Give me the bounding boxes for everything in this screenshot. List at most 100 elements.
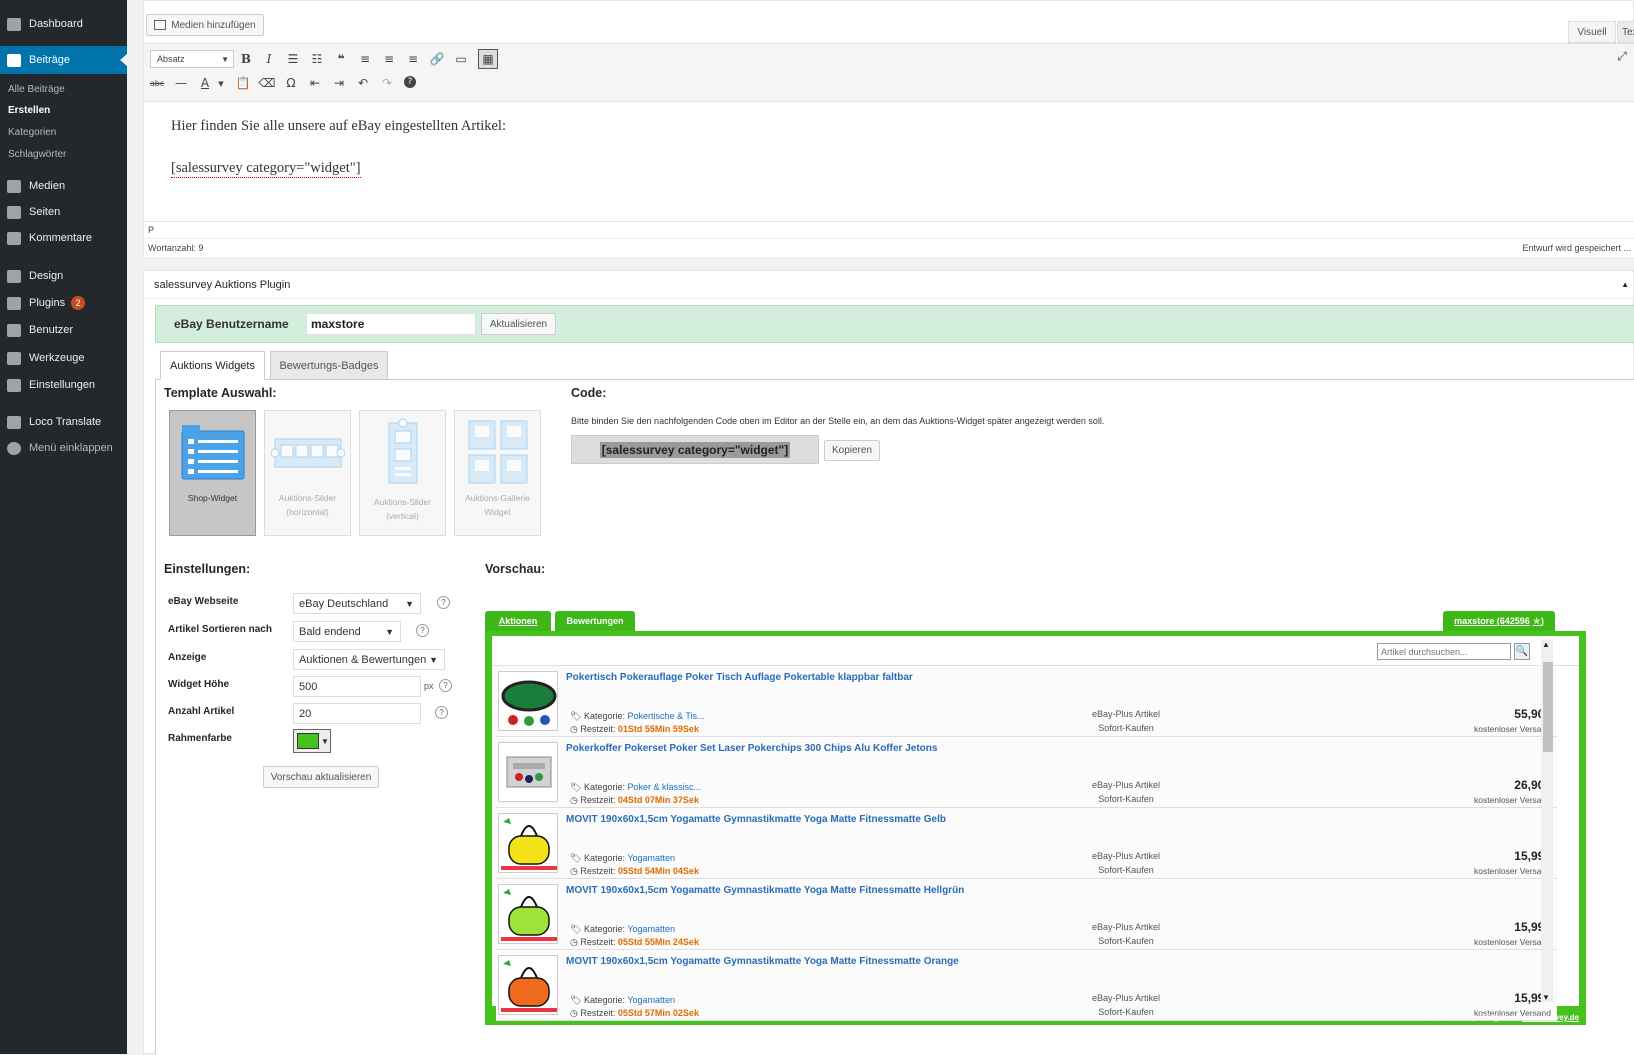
indent-icon[interactable]: ⇥ [332, 76, 346, 90]
product-title[interactable]: Pokerkoffer Pokerset Poker Set Laser Pok… [566, 743, 937, 754]
list-item[interactable]: Pokerkoffer Pokerset Poker Set Laser Pok… [496, 738, 1557, 808]
align-left-icon[interactable]: ≡ [358, 52, 372, 66]
update-preview-button[interactable]: Vorschau aktualisieren [263, 766, 379, 788]
outdent-icon[interactable]: ⇤ [308, 76, 322, 90]
menu-users[interactable]: Benutzer [0, 316, 127, 344]
help-icon[interactable]: ? [404, 76, 416, 88]
list-item[interactable]: MOVIT 190x60x1,5cm Yogamatte Gymnastikma… [496, 809, 1557, 879]
menu-plugins[interactable]: Plugins 2 [0, 289, 127, 317]
strikethrough-icon[interactable]: abc [150, 76, 164, 90]
collapse-arrow-icon[interactable]: ▲ [1621, 280, 1629, 289]
submenu-tags[interactable]: Schlagwörter [8, 149, 66, 160]
preview-store-link[interactable]: maxstore (642596 ★) [1443, 611, 1555, 631]
menu-design[interactable]: Design [0, 262, 127, 290]
submenu-categories[interactable]: Kategorien [8, 127, 56, 138]
align-center-icon[interactable]: ≡ [382, 52, 396, 66]
menu-collapse[interactable]: Menü einklappen [0, 434, 127, 462]
scrollbar[interactable]: ▲ ▼ [1541, 640, 1553, 1002]
text-color-icon[interactable]: A [198, 76, 212, 90]
align-right-icon[interactable]: ≡ [406, 52, 420, 66]
link-icon[interactable]: 🔗 [430, 52, 445, 66]
undo-icon[interactable]: ↶ [356, 76, 370, 90]
product-title[interactable]: MOVIT 190x60x1,5cm Yogamatte Gymnastikma… [566, 956, 959, 967]
help-icon[interactable]: ? [439, 679, 452, 692]
article-search-input[interactable] [1377, 643, 1511, 660]
template-shop-widget[interactable]: Shop-Widget [169, 410, 256, 536]
horizontal-line-icon[interactable]: — [174, 76, 188, 90]
tab-rating-badges[interactable]: Bewertungs-Badges [270, 351, 388, 380]
product-title[interactable]: MOVIT 190x60x1,5cm Yogamatte Gymnastikma… [566, 885, 964, 896]
add-media-button[interactable]: Medien hinzufügen [146, 14, 264, 36]
list-item[interactable]: MOVIT 190x60x1,5cm Yogamatte Gymnastikma… [496, 880, 1557, 950]
menu-media[interactable]: Medien [0, 172, 127, 200]
quote-icon[interactable]: ❝ [334, 52, 348, 66]
preview-tab-auctions[interactable]: Aktionen [485, 611, 551, 631]
menu-tools[interactable]: Werkzeuge [0, 344, 127, 372]
chevron-down-icon[interactable]: ▼ [214, 77, 228, 91]
help-icon[interactable]: ? [437, 596, 450, 609]
category-link[interactable]: Yogamatten [627, 924, 675, 934]
display-select[interactable]: Auktionen & Bewertungen ▼ [293, 649, 445, 670]
ebay-username-input[interactable] [306, 313, 476, 335]
metabox-header[interactable]: salessurvey Auktions Plugin ▲ [144, 271, 1633, 299]
copy-button[interactable]: Kopieren [824, 440, 880, 461]
product-title[interactable]: Pokertisch Pokerauflage Poker Tisch Aufl… [566, 672, 913, 683]
help-icon[interactable]: ? [435, 706, 448, 719]
special-chars-icon[interactable]: Ω [284, 76, 298, 90]
submenu-create[interactable]: Erstellen [8, 105, 50, 116]
menu-posts[interactable]: Beiträge [0, 46, 127, 74]
category-link[interactable]: Yogamatten [627, 853, 675, 863]
numbered-list-icon[interactable]: ☷ [310, 52, 324, 66]
redo-icon[interactable]: ↷ [380, 76, 394, 90]
search-icon[interactable]: 🔍 [1514, 643, 1530, 660]
format-select[interactable]: Absatz ▼ [150, 50, 234, 68]
tab-auction-widgets[interactable]: Auktions Widgets [160, 351, 265, 380]
preview-tab-ratings[interactable]: Bewertungen [555, 611, 635, 631]
update-username-button[interactable]: Aktualisieren [481, 313, 556, 335]
scroll-down-icon[interactable]: ▼ [1542, 993, 1550, 1002]
category-link[interactable]: Pokertische & Tis... [628, 711, 705, 721]
product-image[interactable] [498, 813, 558, 873]
toolbar-toggle-icon[interactable]: ▦ [478, 49, 498, 69]
menu-settings[interactable]: Einstellungen [0, 371, 127, 399]
fullscreen-icon[interactable]: ⤢ [1615, 49, 1629, 63]
menu-comments[interactable]: Kommentare [0, 224, 127, 252]
sort-select[interactable]: Bald endend ▼ [293, 621, 401, 642]
editor-content-area[interactable]: Hier finden Sie alle unsere auf eBay ein… [144, 101, 1634, 221]
shortcode-box[interactable]: [salessurvey category="widget"] [571, 435, 819, 464]
footer-link[interactable]: salessurvey.de [1522, 1013, 1579, 1022]
menu-loco-translate[interactable]: Loco Translate [0, 408, 127, 436]
scrollbar-thumb[interactable] [1543, 662, 1553, 752]
menu-pages[interactable]: Seiten [0, 198, 127, 226]
tab-text[interactable]: Text [1617, 21, 1634, 43]
italic-icon[interactable]: I [262, 52, 276, 66]
read-more-icon[interactable]: ▭ [454, 52, 468, 66]
media-icon [154, 20, 167, 30]
product-title[interactable]: MOVIT 190x60x1,5cm Yogamatte Gymnastikma… [566, 814, 946, 825]
category-link[interactable]: Yogamatten [627, 995, 675, 1005]
frame-color-picker[interactable]: ▼ [293, 729, 331, 753]
count-input[interactable] [293, 703, 421, 724]
submenu-all-posts[interactable]: Alle Beiträge [8, 84, 65, 95]
clear-formatting-icon[interactable]: ⌫ [259, 76, 276, 90]
product-image[interactable] [498, 955, 558, 1015]
bold-icon[interactable]: B [239, 52, 253, 66]
menu-label: Beiträge [29, 54, 70, 66]
menu-dashboard[interactable]: Dashboard [0, 10, 127, 38]
scroll-up-icon[interactable]: ▲ [1542, 640, 1550, 649]
template-slider-vertical[interactable]: Auktions-Slider (vertical) [359, 410, 446, 536]
template-gallery-widget[interactable]: Auktions-Gallerie Widget [454, 410, 541, 536]
bullet-list-icon[interactable]: ☰ [286, 52, 300, 66]
tab-visual[interactable]: Visuell [1568, 21, 1616, 43]
help-icon[interactable]: ? [416, 624, 429, 637]
product-image[interactable] [498, 884, 558, 944]
product-image[interactable] [498, 671, 558, 731]
template-slider-horizontal[interactable]: Auktions-Slider (horizontal) [264, 410, 351, 536]
website-select[interactable]: eBay Deutschland ▼ [293, 593, 421, 614]
category-link[interactable]: Poker & klassisc... [628, 782, 702, 792]
product-image[interactable] [498, 742, 558, 802]
list-item[interactable]: MOVIT 190x60x1,5cm Yogamatte Gymnastikma… [496, 951, 1557, 1021]
paste-text-icon[interactable]: 📋 [236, 76, 251, 90]
height-input[interactable] [293, 676, 421, 697]
list-item[interactable]: Pokertisch Pokerauflage Poker Tisch Aufl… [496, 667, 1557, 737]
